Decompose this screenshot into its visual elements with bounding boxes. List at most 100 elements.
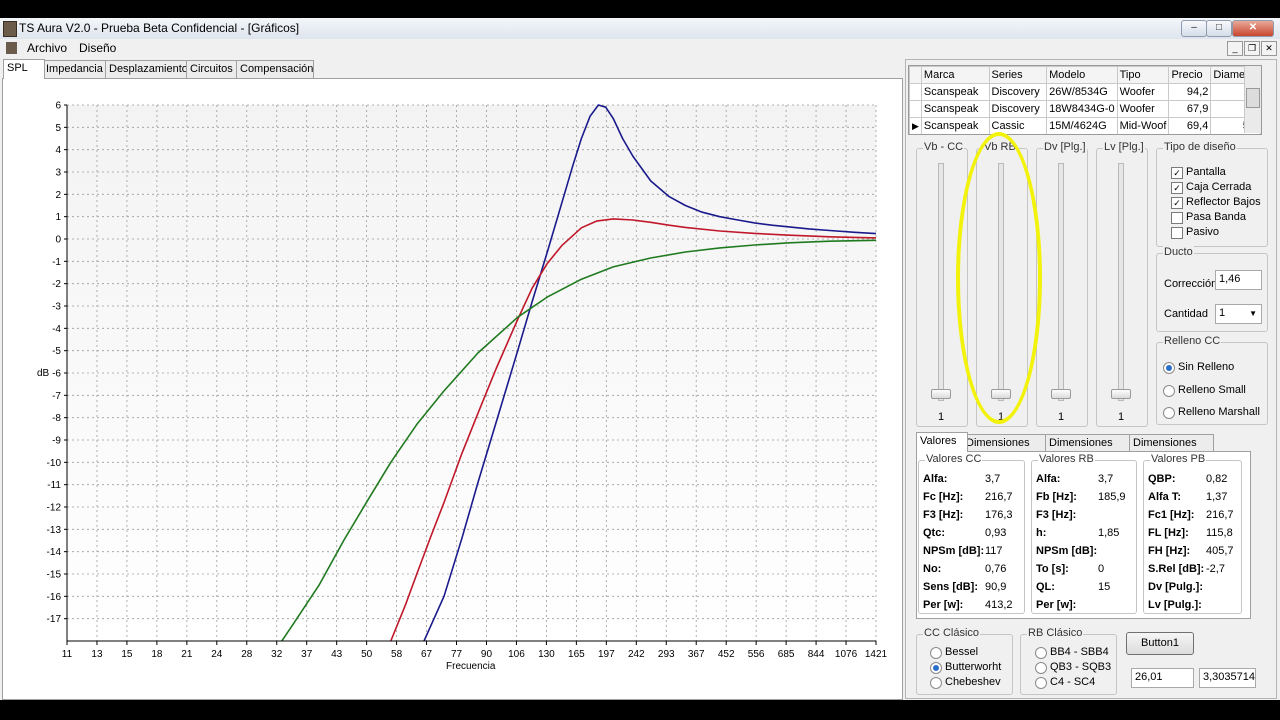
rb-value: 15 bbox=[1098, 581, 1111, 593]
spl-chart-panel: 6 5 4 3 2 1 0 -1 -2 -3 -4 -5 -6 -7 -8 -9 -10 -11 -12 -13 -14… bbox=[2, 78, 903, 700]
tab-dimensiones-pb[interactable]: Dimensiones PB bbox=[1129, 434, 1214, 465]
slider-track[interactable] bbox=[938, 163, 944, 401]
col-header-tipo[interactable]: Tipo bbox=[1116, 66, 1170, 84]
output-left[interactable]: 26,01 bbox=[1131, 668, 1194, 688]
col-header-marca[interactable]: Marca bbox=[920, 66, 990, 84]
table-cell[interactable]: Woofer bbox=[1116, 100, 1170, 118]
cc-value: 117 bbox=[985, 545, 1003, 557]
mdi-minimize-button[interactable]: _ bbox=[1227, 41, 1243, 56]
radio-c4-sc4[interactable] bbox=[1035, 677, 1047, 689]
checkbox-reflector-bajos[interactable]: ✓ bbox=[1171, 197, 1183, 209]
slider-thumb[interactable] bbox=[931, 389, 951, 399]
button1[interactable]: Button1 bbox=[1126, 632, 1194, 655]
mdi-close-button[interactable]: ✕ bbox=[1261, 41, 1277, 56]
screen-bottom-bar bbox=[0, 700, 1280, 720]
x-tick-label: 15 bbox=[121, 649, 133, 660]
table-cell[interactable]: Scanspeak bbox=[920, 117, 990, 134]
cantidad-select[interactable]: 1 ▼ bbox=[1215, 304, 1262, 324]
slider-thumb[interactable] bbox=[1111, 389, 1131, 399]
col-header-precio[interactable]: Precio bbox=[1168, 66, 1212, 84]
tab-dimensiones-cc[interactable]: Dimensiones CC bbox=[962, 434, 1047, 465]
table-cell[interactable]: Discovery bbox=[988, 83, 1048, 101]
x-axis-label: Frecuencia bbox=[446, 661, 496, 672]
y-axis-label: dB bbox=[37, 368, 50, 379]
scrollbar-thumb[interactable] bbox=[1246, 88, 1260, 108]
table-cell[interactable]: 69,4 bbox=[1168, 117, 1212, 134]
table-cell[interactable]: Discovery bbox=[988, 100, 1048, 118]
correccion-input[interactable]: 1,46 bbox=[1215, 270, 1262, 290]
cc-value: 216,7 bbox=[985, 491, 1013, 503]
y-tick-label: -4 bbox=[52, 324, 61, 335]
tab-impedancia[interactable]: Impedancia bbox=[42, 60, 108, 78]
tipo-diseno-group: Tipo de diseño ✓ Pantalla ✓ Caja Cerrada… bbox=[1156, 141, 1268, 247]
tab-spl[interactable]: SPL bbox=[3, 59, 45, 79]
radio-bb4-sbb4[interactable] bbox=[1035, 647, 1047, 659]
table-row[interactable]: Scanspeak Discovery 26W/8534G Woofer 94,… bbox=[909, 83, 1261, 101]
slider-track[interactable] bbox=[1058, 163, 1064, 401]
table-cell[interactable]: 15M/4624G bbox=[1046, 117, 1118, 134]
x-tick-label: 556 bbox=[748, 649, 765, 660]
table-scrollbar[interactable] bbox=[1244, 66, 1261, 133]
radio-chebeshev[interactable] bbox=[930, 677, 942, 689]
radio-sin-relleno[interactable] bbox=[1163, 362, 1175, 374]
maximize-button[interactable]: □ bbox=[1206, 20, 1232, 37]
slider-value: 1 bbox=[938, 411, 945, 423]
minimize-button[interactable]: – bbox=[1181, 20, 1207, 37]
radio-bessel[interactable] bbox=[930, 647, 942, 659]
slider-track[interactable] bbox=[1118, 163, 1124, 401]
x-tick-label: 11 bbox=[62, 649, 73, 660]
checkbox-pasivo[interactable] bbox=[1171, 227, 1183, 239]
table-cell[interactable]: Scanspeak bbox=[920, 100, 990, 118]
table-row[interactable]: Scanspeak Discovery 18W8434G-0 Woofer 67… bbox=[909, 100, 1261, 118]
table-cell[interactable]: 67,9 bbox=[1168, 100, 1212, 118]
radio-relleno-marshall[interactable] bbox=[1163, 407, 1175, 419]
spl-chart: 6543210-1-2-3-4-5-6-7-8-9-10-11-12-13-14… bbox=[37, 101, 888, 673]
table-cell[interactable]: Woofer bbox=[1116, 83, 1170, 101]
tab-dimensiones-rb[interactable]: Dimensiones RB bbox=[1045, 434, 1130, 465]
table-cell[interactable]: 94,2 bbox=[1168, 83, 1212, 101]
menu-archivo[interactable]: Archivo bbox=[27, 41, 67, 55]
tab-valores[interactable]: Valores bbox=[916, 432, 968, 452]
group-title: Relleno CC bbox=[1163, 335, 1222, 347]
x-tick-label: 367 bbox=[688, 649, 705, 660]
tab-compensacion[interactable]: Compensación bbox=[236, 60, 314, 78]
close-button[interactable]: ✕ bbox=[1232, 20, 1274, 37]
x-tick-label: 43 bbox=[331, 649, 343, 660]
x-axis-ticks: 11 13 15 18 21 24 28 32 37 43 50 58 67 77 90 106 130 165 1… bbox=[62, 641, 888, 660]
group-title: Ducto bbox=[1163, 246, 1194, 258]
slider-value: 1 bbox=[1058, 411, 1065, 423]
tab-desplazamiento[interactable]: Desplazamiento bbox=[105, 60, 189, 78]
table-cell[interactable]: Mid-Woof bbox=[1116, 117, 1170, 134]
checkbox-caja-cerrada[interactable]: ✓ bbox=[1171, 182, 1183, 194]
group-title: CC Clásico bbox=[923, 627, 981, 639]
radio-relleno-small[interactable] bbox=[1163, 385, 1175, 397]
checkbox-pantalla[interactable]: ✓ bbox=[1171, 167, 1183, 179]
table-row-selected[interactable]: ▶ Scanspeak Cassic 15M/4624G Mid-Woof 69… bbox=[909, 117, 1261, 134]
y-tick-label: 2 bbox=[55, 190, 61, 201]
radio-label: BB4 - SBB4 bbox=[1050, 646, 1109, 658]
table-cell[interactable]: 26W/8534G bbox=[1046, 83, 1118, 101]
mdi-restore-button[interactable]: ❐ bbox=[1244, 41, 1260, 56]
y-tick-label: -1 bbox=[52, 257, 61, 268]
x-tick-label: 452 bbox=[718, 649, 735, 660]
x-tick-label: 21 bbox=[181, 649, 193, 660]
group-title: Valores CC bbox=[925, 453, 983, 465]
rb-label: QL: bbox=[1036, 581, 1055, 593]
table-cell[interactable]: Scanspeak bbox=[920, 83, 990, 101]
checkbox-pasa-banda[interactable] bbox=[1171, 212, 1183, 224]
speakers-table[interactable]: Marca Series Modelo Tipo Precio Diametro… bbox=[908, 65, 1262, 135]
tab-circuitos[interactable]: Circuitos bbox=[186, 60, 240, 78]
cc-label: NPSm [dB]: bbox=[923, 545, 985, 557]
col-header-series[interactable]: Series bbox=[988, 66, 1048, 84]
slider-thumb[interactable] bbox=[1051, 389, 1071, 399]
x-tick-label: 106 bbox=[508, 649, 525, 660]
col-header-modelo[interactable]: Modelo bbox=[1046, 66, 1118, 84]
radio-butterworth[interactable] bbox=[930, 662, 942, 674]
chevron-down-icon[interactable]: ▼ bbox=[1249, 305, 1257, 322]
output-right[interactable]: 3,3035714 bbox=[1199, 668, 1256, 688]
y-tick-label: 6 bbox=[55, 101, 61, 112]
table-cell[interactable]: 18W8434G-0 bbox=[1046, 100, 1118, 118]
menu-diseno[interactable]: Diseño bbox=[79, 41, 116, 55]
radio-qb3-sqb3[interactable] bbox=[1035, 662, 1047, 674]
x-tick-label: 130 bbox=[538, 649, 555, 660]
